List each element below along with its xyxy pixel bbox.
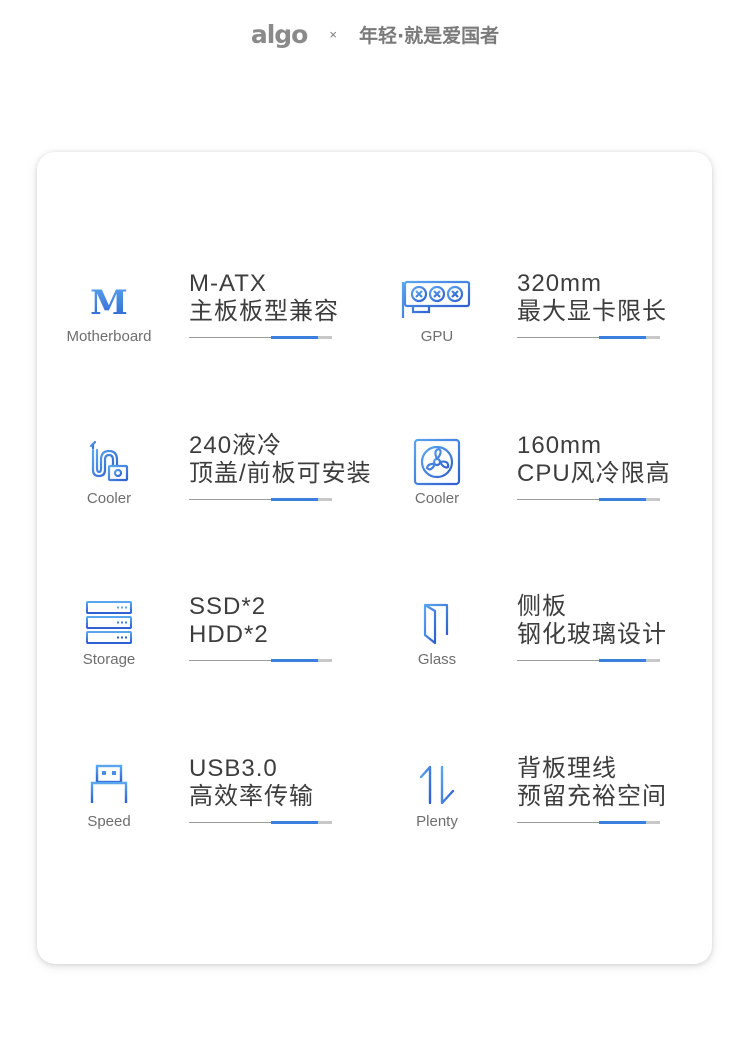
feature-text: 背板理线 预留充裕空间 — [517, 755, 667, 811]
separator: × — [329, 26, 337, 42]
feature-liquid-cooler: Cooler 240液冷 顶盖/前板可安装 — [65, 432, 385, 522]
accent-line — [517, 336, 660, 340]
feature-label: Plenty — [416, 813, 458, 830]
usb-icon — [65, 755, 153, 815]
feature-subtitle: 最大显卡限长 — [517, 298, 667, 325]
feature-label: Storage — [82, 651, 136, 668]
feature-fan: Cooler 160mm CPU风冷限高 — [393, 432, 713, 522]
feature-text: USB3.0 高效率传输 — [189, 755, 314, 811]
feature-label: Speed — [87, 813, 131, 830]
liquid-cooler-icon — [65, 432, 153, 492]
feature-label: Motherboard — [66, 328, 152, 345]
accent-line — [189, 498, 332, 502]
feature-subtitle: 主板板型兼容 — [189, 298, 339, 325]
feature-cable-management: Plenty 背板理线 预留充裕空间 — [393, 755, 713, 845]
glass-panel-icon — [393, 593, 481, 653]
feature-title: SSD*2 — [189, 593, 267, 620]
feature-title: 320mm — [517, 270, 603, 297]
feature-title: 240液冷 — [189, 432, 283, 459]
feature-subtitle: 顶盖/前板可安装 — [189, 460, 372, 487]
feature-title: 背板理线 — [517, 755, 617, 782]
feature-gpu: GPU 320mm 最大显卡限长 — [393, 270, 713, 360]
feature-usb: Speed USB3.0 高效率传输 — [65, 755, 385, 845]
feature-subtitle: 高效率传输 — [189, 783, 314, 810]
header: algo × 年轻·就是爱国者 — [0, 16, 750, 52]
feature-text: 160mm CPU风冷限高 — [517, 432, 671, 488]
motherboard-icon: M — [65, 270, 153, 330]
accent-line — [189, 659, 332, 663]
accent-line — [189, 821, 332, 825]
feature-motherboard: M Motherboard M-ATX 主板板型兼容 — [65, 270, 385, 360]
feature-glass: Glass 侧板 钢化玻璃设计 — [393, 593, 713, 683]
feature-title: 160mm — [517, 432, 603, 459]
feature-text: 240液冷 顶盖/前板可安装 — [189, 432, 372, 488]
storage-icon — [65, 593, 153, 653]
feature-text: M-ATX 主板板型兼容 — [189, 270, 339, 326]
feature-subtitle: HDD*2 — [189, 621, 269, 648]
feature-title: M-ATX — [189, 270, 267, 297]
brand-logo: algo — [250, 19, 309, 49]
feature-subtitle: 预留充裕空间 — [517, 783, 667, 810]
feature-text: SSD*2 HDD*2 — [189, 593, 269, 649]
accent-line — [517, 498, 660, 502]
feature-label: GPU — [420, 328, 454, 345]
feature-label: Cooler — [86, 490, 132, 507]
feature-storage: Storage SSD*2 HDD*2 — [65, 593, 385, 683]
accent-line — [189, 336, 332, 340]
feature-label: Cooler — [414, 490, 460, 507]
feature-title: 侧板 — [517, 593, 567, 620]
fan-icon — [393, 432, 481, 492]
cable-management-icon — [393, 755, 481, 815]
accent-line — [517, 659, 660, 663]
feature-text: 320mm 最大显卡限长 — [517, 270, 667, 326]
feature-text: 侧板 钢化玻璃设计 — [517, 593, 667, 649]
feature-subtitle: 钢化玻璃设计 — [517, 621, 667, 648]
slogan: 年轻·就是爱国者 — [358, 24, 500, 47]
accent-line — [517, 821, 660, 825]
feature-subtitle: CPU风冷限高 — [517, 460, 671, 487]
feature-card: M Motherboard M-ATX 主板板型兼容 GPU 320mm 最大显… — [37, 152, 712, 964]
feature-title: USB3.0 — [189, 755, 278, 782]
svg-text:M: M — [90, 283, 128, 320]
feature-label: Glass — [417, 651, 457, 668]
gpu-icon — [393, 270, 481, 330]
